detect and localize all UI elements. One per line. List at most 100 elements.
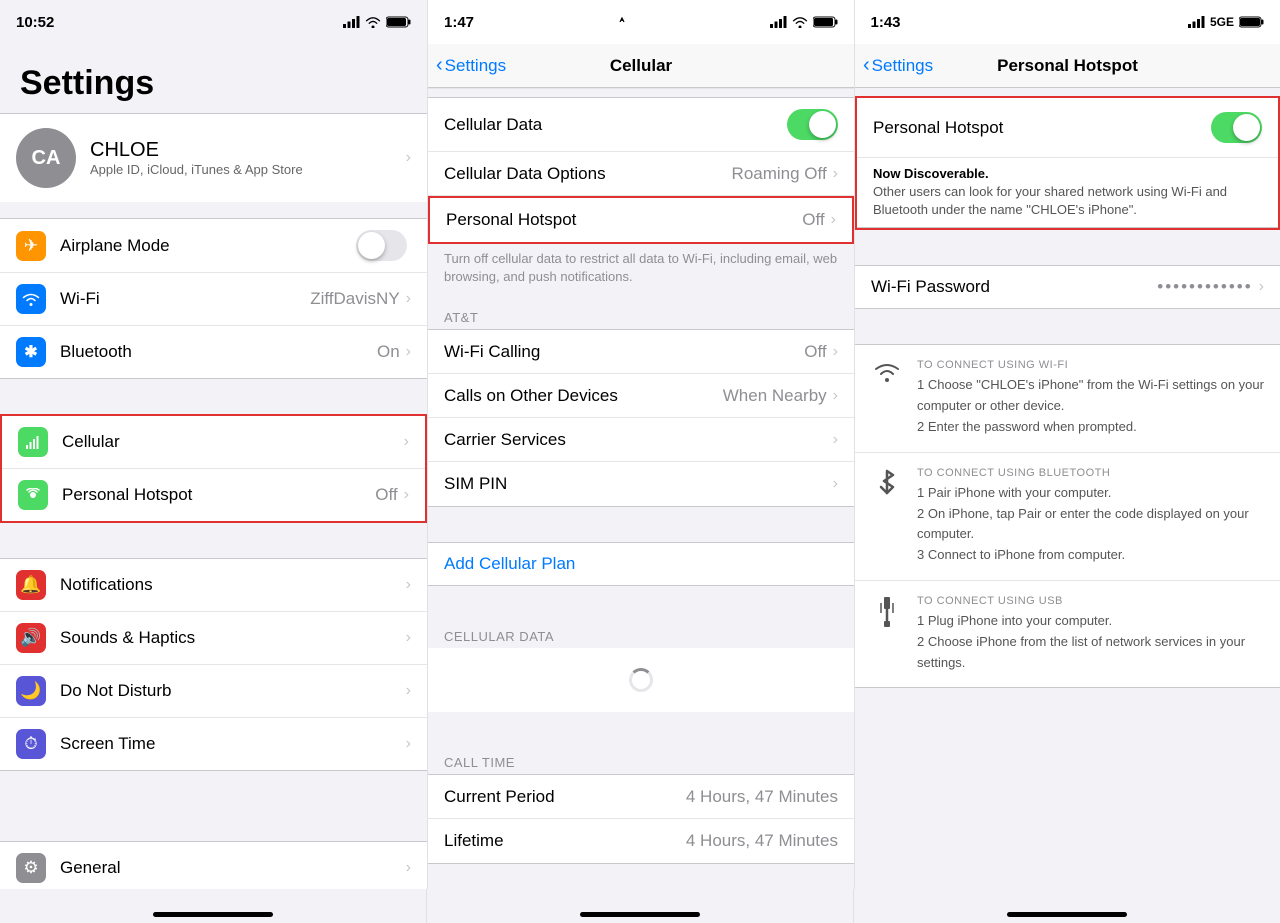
status-icons-settings [343, 16, 411, 28]
settings-row-notifications[interactable]: 🔔 Notifications › [0, 559, 427, 612]
hotspot-top-gap [855, 88, 1280, 96]
connect-bt-header: TO CONNECT USING BLUETOOTH [917, 467, 1264, 479]
settings-row-bluetooth[interactable]: ✱ Bluetooth On › [0, 326, 427, 378]
back-chevron-icon: ‹ [436, 54, 443, 77]
cellular-data-toggle[interactable] [787, 109, 838, 140]
top-gap [428, 89, 854, 97]
cod-chevron: › [833, 387, 838, 405]
connect-usb-text: TO CONNECT USING USB 1 Plug iPhone into … [917, 595, 1264, 673]
gap2 [0, 523, 427, 558]
airplane-label: Airplane Mode [60, 236, 356, 256]
settings-row-sounds[interactable]: 🔊 Sounds & Haptics › [0, 612, 427, 665]
settings-row-cellular[interactable]: Cellular › [2, 416, 425, 469]
cellular-back-button[interactable]: ‹ Settings [436, 54, 506, 77]
cellular-data-row[interactable]: Cellular Data [428, 98, 854, 152]
ph-cellular-label: Personal Hotspot [446, 210, 802, 230]
airplane-toggle[interactable] [356, 230, 407, 261]
lifetime-label: Lifetime [444, 831, 686, 851]
cellular-data-options-label: Cellular Data Options [444, 164, 732, 184]
bluetooth-row-icon: ✱ [16, 337, 46, 367]
ph-cellular-value: Off [802, 210, 824, 230]
cellular-top-group: Cellular Data Cellular Data Options Roam… [428, 97, 854, 244]
connect-bt-steps: 1 Pair iPhone with your computer.2 On iP… [917, 483, 1264, 566]
panel-hotspot: ‹ Settings Personal Hotspot Personal Hot… [854, 44, 1280, 889]
home-indicator-hotspot [853, 889, 1280, 923]
dnd-chevron: › [406, 682, 411, 700]
connect-bt-text: TO CONNECT USING BLUETOOTH 1 Pair iPhone… [917, 467, 1264, 566]
settings-row-personal-hotspot[interactable]: Personal Hotspot Off › [2, 469, 425, 521]
section-gap-1 [428, 507, 854, 542]
user-name: CHLOE [90, 139, 406, 162]
carrier-services-row[interactable]: Carrier Services › [428, 418, 854, 462]
bluetooth-label: Bluetooth [60, 342, 377, 362]
ph-chevron: › [831, 211, 836, 229]
sounds-chevron: › [406, 629, 411, 647]
chevron-icon: › [406, 149, 411, 167]
location-icon [619, 17, 625, 27]
cdo-chevron: › [833, 165, 838, 183]
personal-hotspot-row-cellular[interactable]: Personal Hotspot Off › [428, 196, 854, 244]
personal-hotspot-inner[interactable]: Personal Hotspot Off › [430, 198, 852, 242]
time-settings: 10:52 [16, 14, 54, 31]
wifi-icon-2 [792, 16, 808, 28]
settings-row-airplane[interactable]: ✈ Airplane Mode [0, 219, 427, 273]
calls-other-row[interactable]: Calls on Other Devices When Nearby › [428, 374, 854, 418]
hotspot-toggle[interactable] [1211, 112, 1262, 143]
connect-wifi-header: TO CONNECT USING WI-FI [917, 359, 1264, 371]
status-icons-hotspot: 5GE [1188, 15, 1264, 29]
time-cellular: 1:47 [444, 14, 474, 31]
wifi-password-row[interactable]: Wi-Fi Password •••••••••••• › [855, 265, 1280, 309]
screentime-chevron: › [406, 735, 411, 753]
add-plan-row[interactable]: Add Cellular Plan [428, 542, 854, 586]
user-subtitle: Apple ID, iCloud, iTunes & App Store [90, 162, 406, 177]
home-bar-2 [580, 912, 700, 917]
connect-usb-row: TO CONNECT USING USB 1 Plug iPhone into … [855, 581, 1280, 687]
sounds-icon: 🔊 [16, 623, 46, 653]
cellular-data-section-header: CELLULAR DATA [428, 621, 854, 648]
home-bar-3 [1007, 912, 1127, 917]
loading-spinner [428, 648, 854, 712]
carrier-services-label: Carrier Services [444, 430, 833, 450]
home-indicator-cellular [426, 889, 853, 923]
connect-usb-header: TO CONNECT USING USB [917, 595, 1264, 607]
gap1 [0, 210, 427, 218]
wifi-value: ZiffDavisNY [310, 289, 399, 309]
wifi-calling-row[interactable]: Wi-Fi Calling Off › [428, 330, 854, 374]
status-bar-hotspot: 1:43 5GE [854, 0, 1280, 44]
settings-row-dnd[interactable]: 🌙 Do Not Disturb › [0, 665, 427, 718]
hotspot-back-chevron: ‹ [863, 54, 870, 77]
hotspot-discoverable: Now Discoverable. Other users can look f… [857, 158, 1278, 228]
discoverable-title: Now Discoverable. [873, 166, 1262, 181]
hotspot-chevron: › [404, 486, 409, 504]
signal-icon-3 [1188, 16, 1205, 28]
sounds-label: Sounds & Haptics [60, 628, 406, 648]
wifi-calling-value: Off [804, 342, 826, 362]
cellular-chevron: › [404, 433, 409, 451]
hotspot-back-label: Settings [872, 56, 933, 76]
user-profile-row[interactable]: CA CHLOE Apple ID, iCloud, iTunes & App … [0, 114, 427, 202]
sp-chevron: › [833, 475, 838, 493]
hotspot-label: Personal Hotspot [62, 485, 375, 505]
general-label: General [60, 858, 406, 878]
lifetime-value: 4 Hours, 47 Minutes [686, 831, 838, 851]
spinner [629, 668, 653, 692]
gap3 [0, 806, 427, 841]
hotspot-main-row[interactable]: Personal Hotspot [857, 98, 1278, 158]
hotspot-back-button[interactable]: ‹ Settings [863, 54, 933, 77]
cellular-data-options-row[interactable]: Cellular Data Options Roaming Off › [428, 152, 854, 196]
home-indicator-settings [0, 889, 426, 923]
sim-pin-row[interactable]: SIM PIN › [428, 462, 854, 506]
panel-cellular: ‹ Settings Cellular Cellular Data Cellul… [427, 44, 854, 889]
wifi-pw-chevron: › [1259, 278, 1264, 296]
settings-row-general[interactable]: ⚙ General › [0, 842, 427, 889]
status-icons-cellular [770, 16, 838, 28]
airplane-icon: ✈ [16, 231, 46, 261]
connect-usb-steps: 1 Plug iPhone into your computer.2 Choos… [917, 611, 1264, 673]
wifi-chevron: › [406, 290, 411, 308]
status-bar-cellular: 1:47 [427, 0, 854, 44]
call-time-section-header: CALL TIME [428, 747, 854, 774]
hotspot-main-label: Personal Hotspot [873, 118, 1211, 138]
settings-row-wifi[interactable]: Wi-Fi ZiffDavisNY › [0, 273, 427, 326]
hotspot-nav-title: Personal Hotspot [997, 56, 1138, 76]
settings-row-screentime[interactable]: ⏱ Screen Time › [0, 718, 427, 770]
